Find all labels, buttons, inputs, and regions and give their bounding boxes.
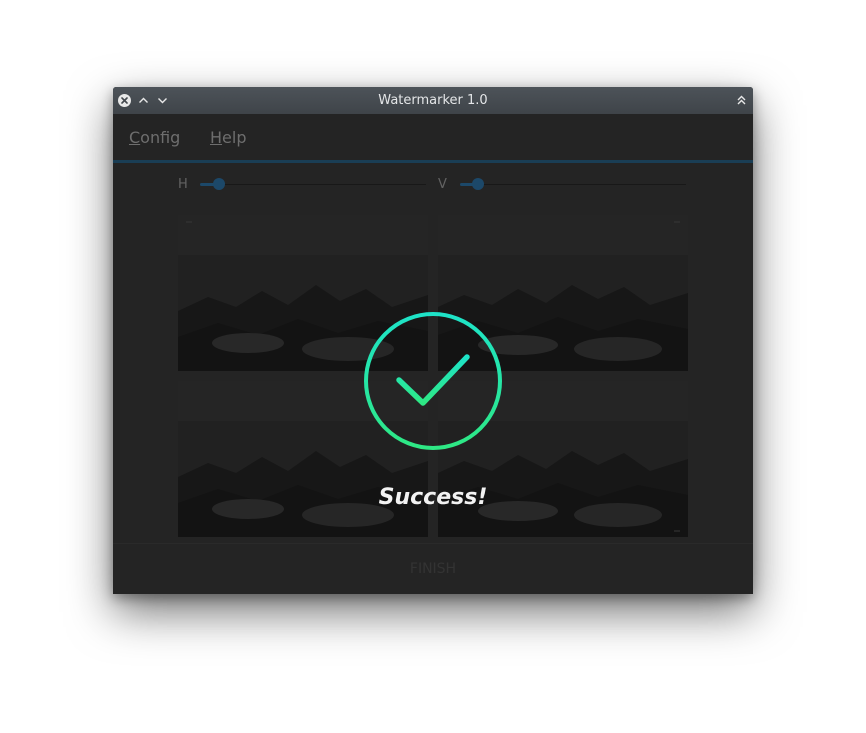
window-title: Watermarker 1.0 [378,93,488,108]
keep-above-button[interactable] [734,93,749,108]
check-circle-icon [364,312,502,450]
success-message: Success! [378,485,488,510]
app-window: Watermarker 1.0 Config Help H V FINISH S… [113,87,753,594]
double-chevron-up-icon [737,95,746,105]
title-bar: Watermarker 1.0 [113,87,753,114]
success-overlay: Success! [113,114,753,594]
